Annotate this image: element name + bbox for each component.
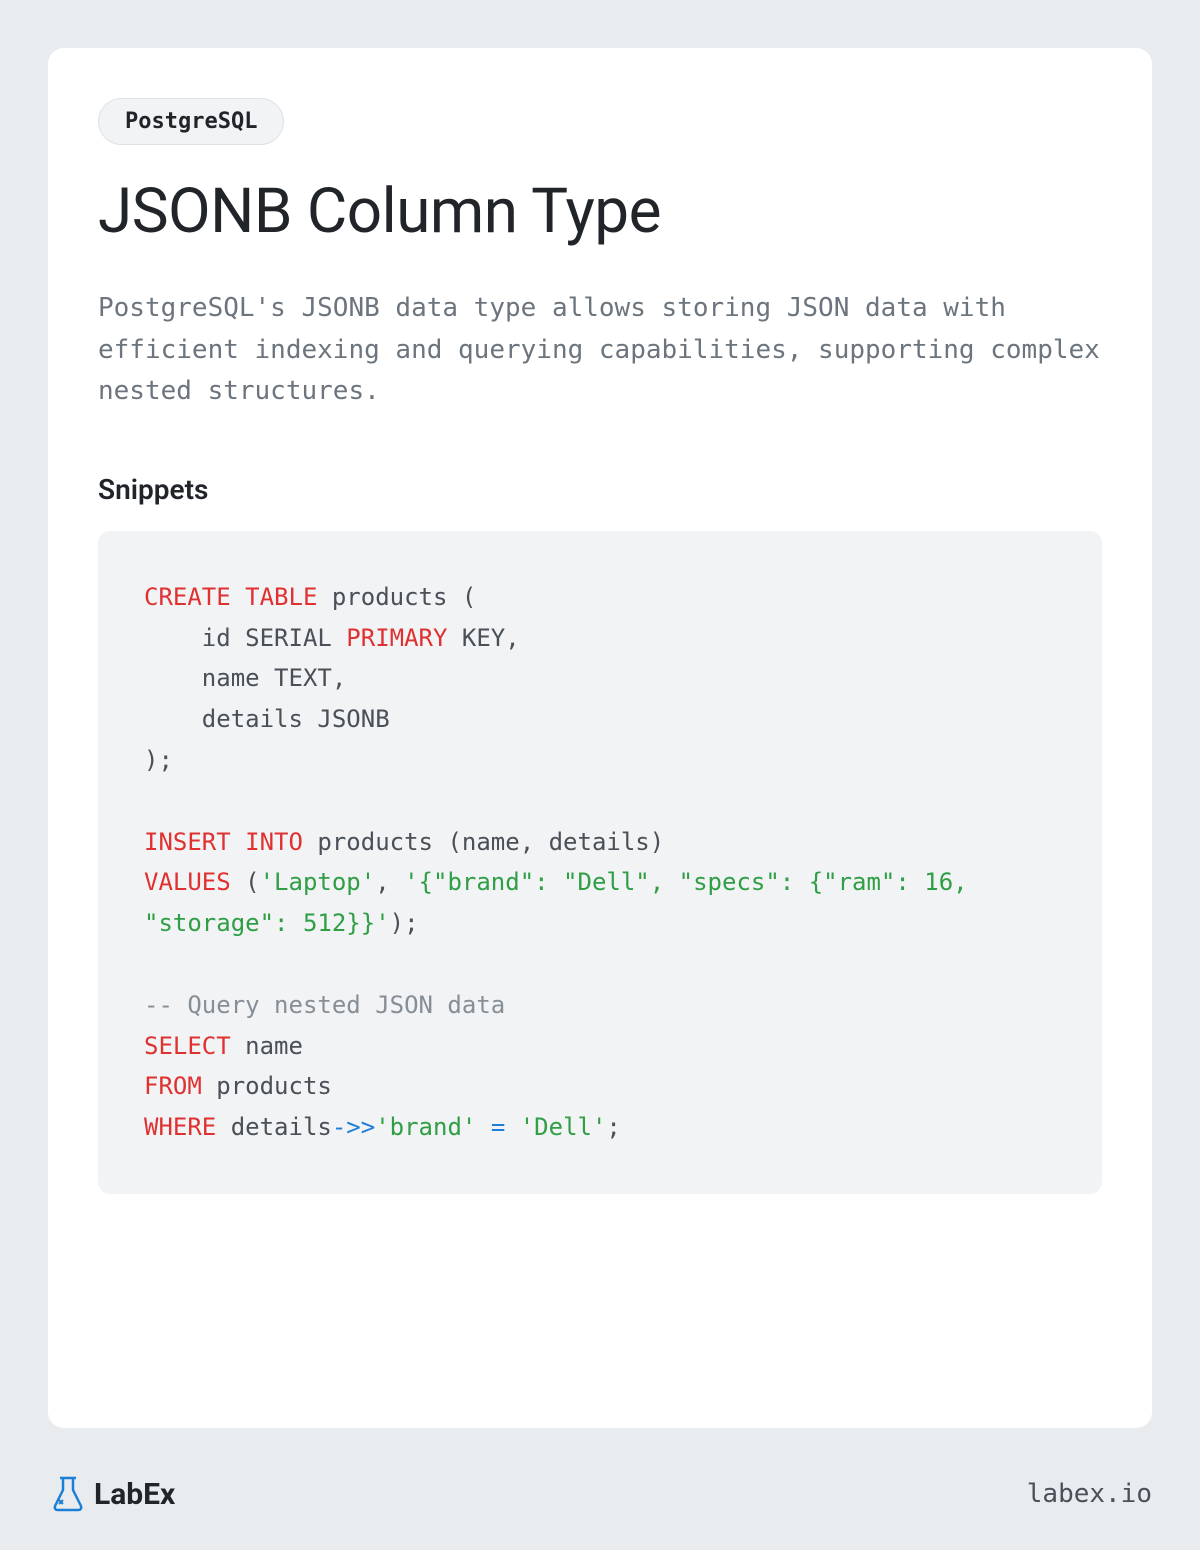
logo-text: LabEx <box>94 1477 175 1512</box>
flask-icon <box>48 1474 88 1514</box>
section-title: Snippets <box>98 473 1102 506</box>
description-text: PostgreSQL's JSONB data type allows stor… <box>98 288 1102 413</box>
code-snippet: CREATE TABLE products ( id SERIAL PRIMAR… <box>98 531 1102 1194</box>
site-url: labex.io <box>1027 1479 1152 1509</box>
category-tag: PostgreSQL <box>98 98 284 145</box>
content-card: PostgreSQL JSONB Column Type PostgreSQL'… <box>48 48 1152 1428</box>
logo: LabEx <box>48 1474 175 1514</box>
footer: LabEx labex.io <box>48 1474 1152 1514</box>
page-title: JSONB Column Type <box>98 175 1102 248</box>
